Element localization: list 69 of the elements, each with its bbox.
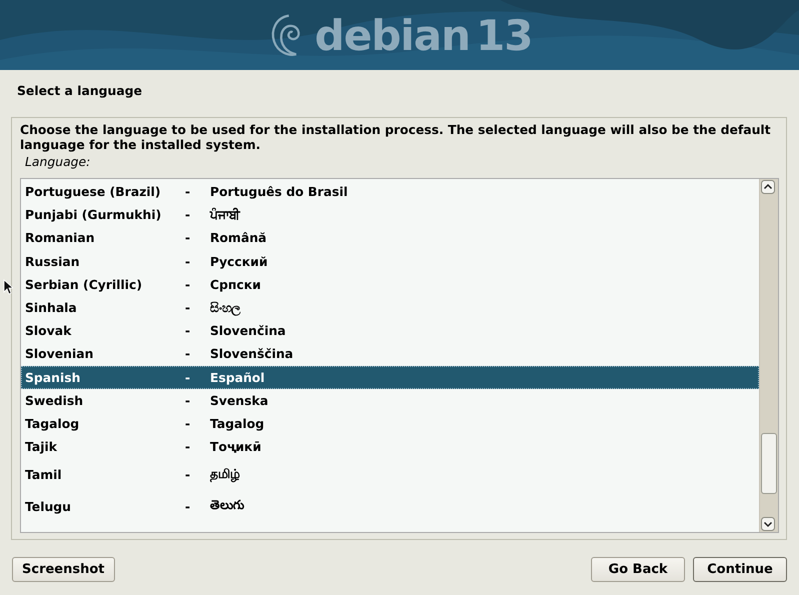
- instructions-text: Choose the language to be used for the installation process. The selected language will also be the default language for the installed system.: [20, 122, 772, 152]
- separator: -: [185, 276, 192, 292]
- scroll-down-icon[interactable]: [761, 517, 775, 531]
- separator: -: [185, 207, 192, 222]
- language-name: Russian: [25, 254, 81, 269]
- native-name: ਪੰਜਾਬੀ: [210, 207, 240, 222]
- language-row[interactable]: Romanian - Română: [21, 226, 759, 250]
- scroll-thumb[interactable]: [761, 433, 777, 494]
- language-name: Tajik: [25, 439, 58, 454]
- native-name: සිංහල: [210, 300, 240, 316]
- language-row[interactable]: Sinhala - සිංහල: [21, 296, 759, 320]
- screenshot-button[interactable]: Screenshot: [12, 557, 115, 582]
- language-name: Serbian (Cyrillic): [25, 276, 143, 292]
- language-name: Punjabi (Gurmukhi): [25, 207, 162, 222]
- list-label: Language:: [24, 153, 92, 171]
- language-name: Swedish: [25, 392, 84, 408]
- native-name: Svenska: [210, 392, 268, 408]
- language-row[interactable]: Telugu - తెలుగు: [21, 490, 759, 522]
- language-row[interactable]: Serbian (Cyrillic) - Српски: [21, 272, 759, 296]
- scroll-up-icon[interactable]: [761, 180, 775, 194]
- separator: -: [185, 346, 192, 362]
- page-title: Select a language: [16, 82, 143, 100]
- nav-button[interactable]: Continue: [693, 557, 787, 582]
- language-name: Slovak: [25, 323, 72, 338]
- separator: -: [185, 254, 192, 269]
- language-name: Tamil: [25, 466, 63, 482]
- separator: -: [185, 392, 192, 408]
- separator: -: [185, 370, 192, 385]
- separator: -: [185, 300, 192, 316]
- native-name: Русский: [210, 254, 268, 269]
- language-name: Portuguese (Brazil): [25, 184, 162, 200]
- language-name: Slovenian: [25, 346, 94, 362]
- language-name: Tagalog: [25, 416, 80, 431]
- separator: -: [185, 323, 192, 338]
- language-name: Spanish: [25, 370, 82, 385]
- separator: -: [185, 230, 192, 246]
- language-row[interactable]: Spanish - Español: [21, 366, 759, 389]
- language-name: Telugu: [25, 498, 72, 514]
- separator: -: [185, 184, 192, 200]
- language-row[interactable]: Swedish - Svenska: [21, 388, 759, 412]
- native-name: Română: [210, 230, 267, 246]
- nav-button[interactable]: Go Back: [591, 557, 685, 582]
- logo-version: 13: [476, 10, 532, 60]
- language-row[interactable]: Portuguese (Brazil) - Português do Brasil: [21, 180, 759, 204]
- language-name: Romanian: [25, 230, 96, 246]
- native-name: Tagalog: [210, 416, 264, 431]
- language-row[interactable]: Tajik - Тоҷикӣ: [21, 435, 759, 458]
- separator: -: [185, 466, 192, 482]
- language-row[interactable]: Tamil - தமிழ்: [21, 458, 759, 490]
- separator: -: [185, 416, 192, 431]
- scrollbar[interactable]: [759, 179, 778, 532]
- language-row[interactable]: Tagalog - Tagalog: [21, 412, 759, 436]
- mouse-pointer-icon: [3, 279, 13, 295]
- native-name: Português do Brasil: [210, 184, 348, 200]
- separator: -: [185, 439, 192, 454]
- native-name: తెలుగు: [210, 497, 244, 514]
- language-row[interactable]: Slovenian - Slovenščina: [21, 342, 759, 366]
- native-name: Español: [210, 370, 265, 385]
- native-name: Тоҷикӣ: [210, 439, 262, 454]
- separator: -: [185, 498, 192, 514]
- native-name: Српски: [210, 276, 261, 292]
- native-name: Slovenščina: [210, 346, 294, 362]
- native-name: தமிழ்: [210, 466, 240, 483]
- language-row[interactable]: Russian - Русский: [21, 250, 759, 273]
- language-row[interactable]: Punjabi (Gurmukhi) - ਪੰਜਾਬੀ: [21, 203, 759, 226]
- language-row[interactable]: Slovak - Slovenčina: [21, 319, 759, 342]
- language-name: Sinhala: [25, 300, 78, 316]
- native-name: Slovenčina: [210, 323, 286, 338]
- logo-wordmark: debian: [314, 10, 470, 60]
